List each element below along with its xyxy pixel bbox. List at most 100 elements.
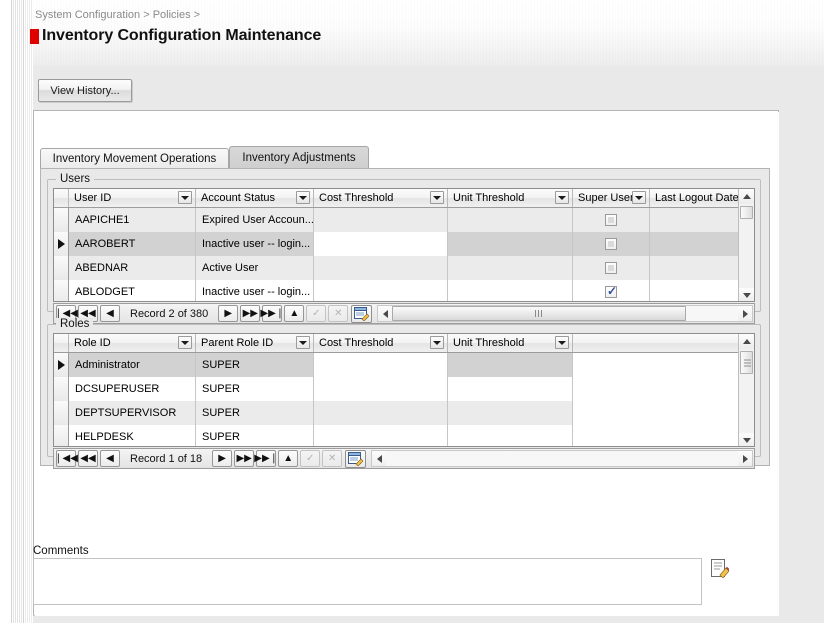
cell-last-logout-date[interactable] xyxy=(650,232,740,256)
cell-last-logout-date[interactable] xyxy=(650,208,740,232)
form-edit-icon[interactable] xyxy=(351,304,373,323)
cell-role-id[interactable]: Administrator xyxy=(69,353,196,377)
users-grid[interactable]: User ID Account Status Cost Threshold Un… xyxy=(53,188,755,302)
users-column-header-super-user[interactable]: Super User xyxy=(573,189,650,207)
cell-parent-role-id[interactable]: SUPER xyxy=(196,353,314,377)
row-indicator-selected[interactable] xyxy=(54,232,69,256)
cell-account-status[interactable]: Inactive user -- login... xyxy=(196,280,314,301)
scroll-up-button[interactable] xyxy=(739,189,754,204)
cell-user-id[interactable]: ABLODGET xyxy=(69,280,196,301)
cell-unit-threshold[interactable] xyxy=(448,425,573,446)
hscroll-left-button[interactable] xyxy=(372,451,387,466)
scroll-down-button[interactable] xyxy=(739,433,754,446)
scroll-thumb[interactable] xyxy=(740,351,753,374)
cell-cost-threshold[interactable] xyxy=(314,377,448,401)
cell-super-user[interactable] xyxy=(573,256,650,280)
cell-cost-threshold[interactable] xyxy=(314,208,448,232)
nav-last-button[interactable]: ▶▶❘ xyxy=(260,305,284,322)
table-row[interactable]: Administrator SUPER xyxy=(54,353,740,377)
nav-prev-page-button[interactable]: ◀◀ xyxy=(78,450,98,467)
filter-dropdown-icon[interactable] xyxy=(296,336,310,349)
cell-user-id[interactable]: AAPICHE1 xyxy=(69,208,196,232)
row-indicator[interactable] xyxy=(54,280,69,301)
roles-column-header-cost-threshold[interactable]: Cost Threshold xyxy=(314,334,448,352)
tab-inventory-movement-operations[interactable]: Inventory Movement Operations xyxy=(40,148,229,168)
roles-grid-vertical-scrollbar[interactable] xyxy=(738,334,754,446)
row-indicator[interactable] xyxy=(54,208,69,232)
cell-cost-threshold[interactable] xyxy=(314,232,448,256)
cell-account-status[interactable]: Inactive user -- login... xyxy=(196,232,314,256)
filter-dropdown-icon[interactable] xyxy=(555,191,569,204)
nav-new-record-button[interactable]: ▲ xyxy=(278,450,299,467)
note-edit-icon[interactable] xyxy=(711,559,730,579)
cell-super-user[interactable] xyxy=(573,280,650,301)
users-grid-vertical-scrollbar[interactable] xyxy=(738,189,754,301)
nav-next-page-button[interactable]: ▶▶ xyxy=(234,450,255,467)
cell-cost-threshold[interactable] xyxy=(314,256,448,280)
hscroll-right-button[interactable] xyxy=(738,306,752,321)
roles-column-header-blank[interactable] xyxy=(573,334,740,352)
scroll-thumb[interactable] xyxy=(740,206,753,219)
filter-dropdown-icon[interactable] xyxy=(178,336,192,349)
filter-dropdown-icon[interactable] xyxy=(555,336,569,349)
users-column-header-user-id[interactable]: User ID xyxy=(69,189,196,207)
cell-parent-role-id[interactable]: SUPER xyxy=(196,401,314,425)
hscroll-left-button[interactable] xyxy=(378,306,393,321)
cell-role-id[interactable]: HELPDESK xyxy=(69,425,196,446)
form-edit-icon[interactable] xyxy=(345,449,367,468)
cell-account-status[interactable]: Active User xyxy=(196,256,314,280)
roles-column-header-parent-role-id[interactable]: Parent Role ID xyxy=(196,334,314,352)
cell-cost-threshold[interactable] xyxy=(314,280,448,301)
nav-prev-button[interactable]: ◀ xyxy=(100,305,120,322)
row-indicator-selected[interactable] xyxy=(54,353,69,377)
filter-dropdown-icon[interactable] xyxy=(430,191,444,204)
super-user-checkbox-checked[interactable] xyxy=(605,284,617,298)
nav-next-button[interactable]: ▶ xyxy=(218,305,239,322)
users-horizontal-scrollbar[interactable] xyxy=(377,305,753,322)
users-column-header-account-status[interactable]: Account Status xyxy=(196,189,314,207)
tab-inventory-adjustments[interactable]: Inventory Adjustments xyxy=(229,146,369,168)
cell-cost-threshold[interactable] xyxy=(314,401,448,425)
cell-user-id[interactable]: AAROBERT xyxy=(69,232,196,256)
cell-account-status[interactable]: Expired User Accoun... xyxy=(196,208,314,232)
roles-column-header-role-id[interactable]: Role ID xyxy=(69,334,196,352)
cell-cost-threshold[interactable] xyxy=(314,425,448,446)
nav-last-button[interactable]: ▶▶❘ xyxy=(254,450,278,467)
hscroll-track[interactable] xyxy=(392,306,738,321)
page-vertical-scrollbar[interactable] xyxy=(11,0,35,623)
view-history-button[interactable]: View History... xyxy=(38,79,132,102)
roles-horizontal-scrollbar[interactable] xyxy=(371,450,753,467)
nav-next-page-button[interactable]: ▶▶ xyxy=(240,305,261,322)
filter-dropdown-icon[interactable] xyxy=(632,191,646,204)
users-column-header-cost-threshold[interactable]: Cost Threshold xyxy=(314,189,448,207)
cell-unit-threshold[interactable] xyxy=(448,256,573,280)
cell-unit-threshold[interactable] xyxy=(448,353,573,377)
table-row[interactable]: ABLODGET Inactive user -- login... xyxy=(54,280,740,301)
table-row[interactable]: DEPTSUPERVISOR SUPER xyxy=(54,401,740,425)
nav-prev-button[interactable]: ◀ xyxy=(100,450,120,467)
row-indicator[interactable] xyxy=(54,256,69,280)
cell-parent-role-id[interactable]: SUPER xyxy=(196,425,314,446)
roles-column-header-unit-threshold[interactable]: Unit Threshold xyxy=(448,334,573,352)
hscroll-thumb[interactable] xyxy=(392,306,686,321)
nav-new-record-button[interactable]: ▲ xyxy=(284,305,305,322)
cell-unit-threshold[interactable] xyxy=(448,232,573,256)
cell-user-id[interactable]: ABEDNAR xyxy=(69,256,196,280)
hscroll-track[interactable] xyxy=(386,451,738,466)
cell-super-user[interactable] xyxy=(573,208,650,232)
super-user-checkbox[interactable] xyxy=(605,262,617,274)
cell-cost-threshold[interactable] xyxy=(314,353,448,377)
row-indicator[interactable] xyxy=(54,401,69,425)
cell-super-user[interactable] xyxy=(573,232,650,256)
row-indicator[interactable] xyxy=(54,377,69,401)
users-column-header-last-logout-date[interactable]: Last Logout Date xyxy=(650,189,740,207)
cell-unit-threshold[interactable] xyxy=(448,377,573,401)
filter-dropdown-icon[interactable] xyxy=(178,191,192,204)
cell-unit-threshold[interactable] xyxy=(448,280,573,301)
cell-role-id[interactable]: DCSUPERUSER xyxy=(69,377,196,401)
table-row[interactable]: AAPICHE1 Expired User Accoun... xyxy=(54,208,740,232)
roles-grid-select-all-corner[interactable] xyxy=(54,334,69,352)
cell-unit-threshold[interactable] xyxy=(448,208,573,232)
users-column-header-unit-threshold[interactable]: Unit Threshold xyxy=(448,189,573,207)
table-row[interactable]: DCSUPERUSER SUPER xyxy=(54,377,740,401)
